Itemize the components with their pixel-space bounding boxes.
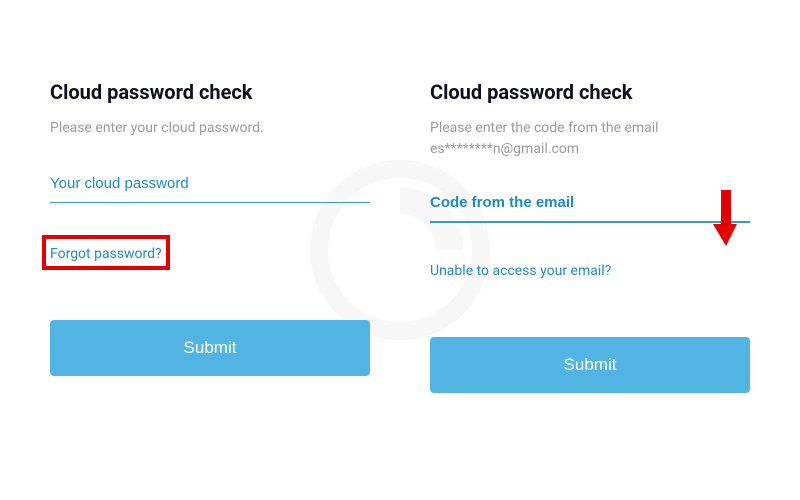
password-title: Cloud password check bbox=[50, 80, 370, 104]
password-subtitle: Please enter your cloud password. bbox=[50, 118, 370, 139]
code-title: Cloud password check bbox=[430, 80, 750, 104]
cloud-password-input[interactable] bbox=[50, 169, 370, 203]
email-code-input[interactable] bbox=[430, 188, 750, 223]
password-panel: Cloud password check Please enter your c… bbox=[50, 80, 370, 393]
code-subtitle-line1: Please enter the code from the email bbox=[430, 120, 659, 136]
code-subtitle: Please enter the code from the email es*… bbox=[430, 118, 750, 160]
code-subtitle-email: es********n@gmail.com bbox=[430, 141, 579, 157]
unable-access-email-link[interactable]: Unable to access your email? bbox=[430, 263, 750, 279]
code-panel: Cloud password check Please enter the co… bbox=[430, 80, 750, 393]
forgot-password-link[interactable]: Forgot password? bbox=[50, 246, 162, 262]
main-container: Cloud password check Please enter your c… bbox=[0, 0, 800, 393]
submit-code-button[interactable]: Submit bbox=[430, 337, 750, 393]
submit-password-button[interactable]: Submit bbox=[50, 320, 370, 376]
